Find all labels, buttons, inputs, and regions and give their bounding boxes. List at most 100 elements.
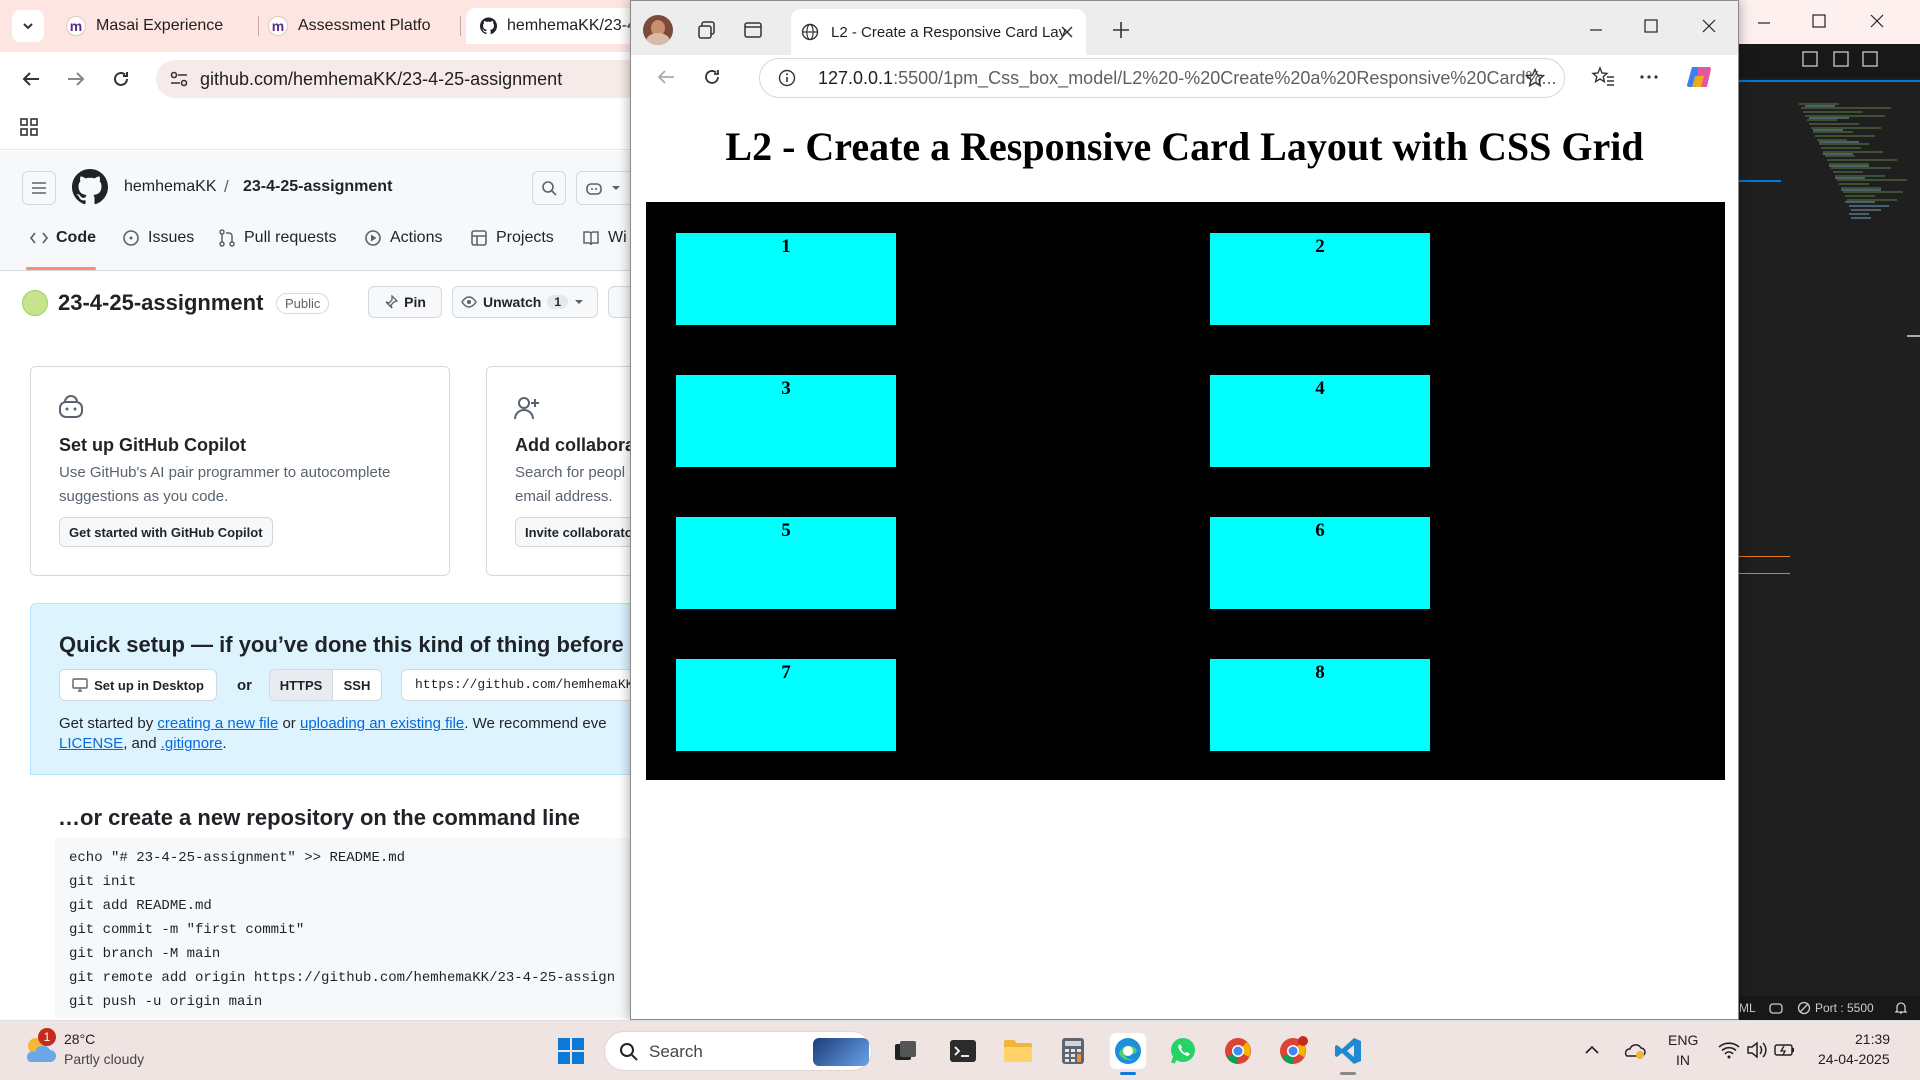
command-line: git init [69, 874, 137, 890]
https-toggle[interactable]: HTTPS [269, 669, 333, 701]
right-address-bar[interactable]: 127.0.0.1:5500/1pm_Css_box_model/L2%20-%… [759, 58, 1565, 98]
edge-icon [1115, 1038, 1141, 1064]
masai-favicon-icon: m [66, 16, 86, 36]
command-line: echo "# 23-4-25-assignment" >> README.md [69, 850, 406, 866]
help-text: or [282, 715, 296, 732]
calculator-icon [1062, 1038, 1084, 1064]
bell-icon[interactable] [1894, 1001, 1908, 1015]
chrome-app[interactable] [1220, 1033, 1256, 1069]
file-explorer-app[interactable] [1000, 1033, 1036, 1069]
github-favicon-icon [480, 17, 498, 35]
taskbar-search[interactable]: Search [604, 1031, 872, 1071]
maximize-icon[interactable] [1644, 19, 1658, 33]
nav-actions[interactable]: Actions [364, 229, 442, 247]
apps-grid-icon[interactable] [20, 118, 38, 136]
copilot-status-icon[interactable] [1769, 1001, 1783, 1015]
globe-icon [801, 23, 819, 41]
workspaces-icon[interactable] [697, 20, 717, 40]
copilot-button[interactable] [576, 171, 636, 205]
calculator-app[interactable] [1055, 1033, 1091, 1069]
nav-label: Actions [390, 229, 443, 246]
info-icon[interactable] [778, 69, 796, 87]
minimize-icon[interactable] [1589, 23, 1603, 37]
github-logo-icon[interactable] [72, 169, 108, 205]
language-indicator[interactable]: ENG [1668, 1032, 1698, 1048]
site-settings-icon[interactable] [170, 71, 188, 87]
back-arrow-icon[interactable] [655, 66, 677, 88]
nav-wiki[interactable]: Wi [582, 229, 627, 247]
menu-button[interactable] [22, 171, 56, 205]
page-title: L2 - Create a Responsive Card Layout wit… [725, 124, 1644, 169]
status-bar-left: ML [1739, 1001, 1756, 1015]
owner-link[interactable]: hemhemaKK [124, 178, 217, 196]
terminal-icon [950, 1040, 976, 1062]
tab-search-button[interactable] [12, 10, 44, 42]
clock-date[interactable]: 24-04-2025 [1818, 1051, 1890, 1067]
wifi-icon[interactable] [1718, 1041, 1740, 1059]
vscode-app[interactable] [1330, 1033, 1366, 1069]
pin-button[interactable]: Pin [368, 286, 442, 318]
nav-projects[interactable]: Projects [470, 229, 554, 247]
profile-avatar[interactable] [643, 15, 673, 45]
more-options-icon[interactable] [1638, 66, 1660, 88]
onedrive-sync-icon[interactable] [1622, 1040, 1646, 1060]
edge-app[interactable] [1110, 1033, 1146, 1069]
tab-label: Masai Experience [96, 17, 224, 34]
maximize-icon[interactable] [1812, 14, 1826, 28]
copilot-logo-icon[interactable] [1686, 64, 1714, 90]
back-arrow-icon[interactable] [20, 68, 42, 90]
setup-desktop-button[interactable]: Set up in Desktop [59, 669, 217, 701]
quick-setup-title: Quick setup — if you’ve done this kind o… [59, 632, 624, 657]
reload-icon[interactable] [701, 66, 723, 88]
terminal-app[interactable] [945, 1033, 981, 1069]
start-button[interactable] [553, 1033, 589, 1069]
search-button[interactable] [532, 171, 566, 205]
reload-icon[interactable] [110, 68, 132, 90]
tab-github-repo[interactable]: hemhemaKK/23-4 [466, 8, 636, 44]
clone-url-input[interactable]: https://github.com/hemhemaKK/ [401, 669, 636, 701]
repo-link[interactable]: 23-4-25-assignment [243, 178, 392, 196]
weather-temp: 28°C [64, 1031, 96, 1047]
watch-count: 1 [547, 295, 569, 309]
close-window-icon[interactable] [1702, 19, 1716, 33]
copilot-card-desc: Use GitHub's AI pair programmer to autoc… [59, 464, 391, 505]
task-view-button[interactable] [888, 1033, 924, 1069]
creating-new-file-link[interactable]: creating a new file [157, 715, 278, 732]
help-text: Get started by [59, 715, 154, 732]
tab-label: hemhemaKK/23-4 [507, 17, 636, 34]
right-browser-window: L2 - Create a Responsive Card Lay 127.0.… [630, 0, 1739, 1020]
forward-arrow-icon[interactable] [65, 68, 87, 90]
repo-title[interactable]: 23-4-25-assignment [58, 290, 263, 316]
tab-masai-experience[interactable]: m Masai Experience [52, 8, 252, 44]
invite-collaborators-button[interactable]: Invite collaborato [515, 517, 636, 547]
live-server-port[interactable]: Port : 5500 [1815, 1001, 1874, 1015]
card-3: 3 [676, 375, 896, 467]
uploading-file-link[interactable]: uploading an existing file [300, 715, 464, 732]
star-icon[interactable] [1525, 68, 1545, 88]
gitignore-link[interactable]: .gitignore [161, 735, 223, 752]
chrome-profile-app[interactable] [1275, 1033, 1311, 1069]
new-tab-icon[interactable] [1111, 20, 1131, 40]
license-link[interactable]: LICENSE [59, 735, 123, 752]
nav-pull-requests[interactable]: Pull requests [218, 229, 337, 247]
command-line: git add README.md [69, 898, 212, 914]
minimize-icon[interactable] [1757, 16, 1771, 30]
battery-icon[interactable] [1774, 1042, 1796, 1058]
tab-card-layout[interactable]: L2 - Create a Responsive Card Lay [791, 9, 1086, 55]
ssh-toggle[interactable]: SSH [332, 669, 382, 701]
close-tab-icon[interactable] [1061, 26, 1073, 38]
volume-icon[interactable] [1746, 1040, 1768, 1060]
unwatch-button[interactable]: Unwatch 1 [452, 286, 598, 318]
close-icon[interactable] [1870, 14, 1884, 28]
copilot-get-started-button[interactable]: Get started with GitHub Copilot [59, 517, 273, 547]
favorites-icon[interactable] [1591, 66, 1615, 88]
nav-code[interactable]: Code [30, 229, 96, 247]
left-address-bar[interactable]: github.com/hemhemaKK/23-4-25-assignment [156, 60, 636, 98]
right-tab-strip: L2 - Create a Responsive Card Lay [631, 1, 1738, 55]
tab-assessment-platform[interactable]: m Assessment Platfo [254, 8, 462, 44]
vertical-tabs-icon[interactable] [743, 20, 763, 40]
clock-time[interactable]: 21:39 [1855, 1031, 1890, 1047]
nav-issues[interactable]: Issues [122, 229, 194, 247]
chevron-up-icon[interactable] [1584, 1044, 1600, 1056]
whatsapp-app[interactable] [1165, 1033, 1201, 1069]
